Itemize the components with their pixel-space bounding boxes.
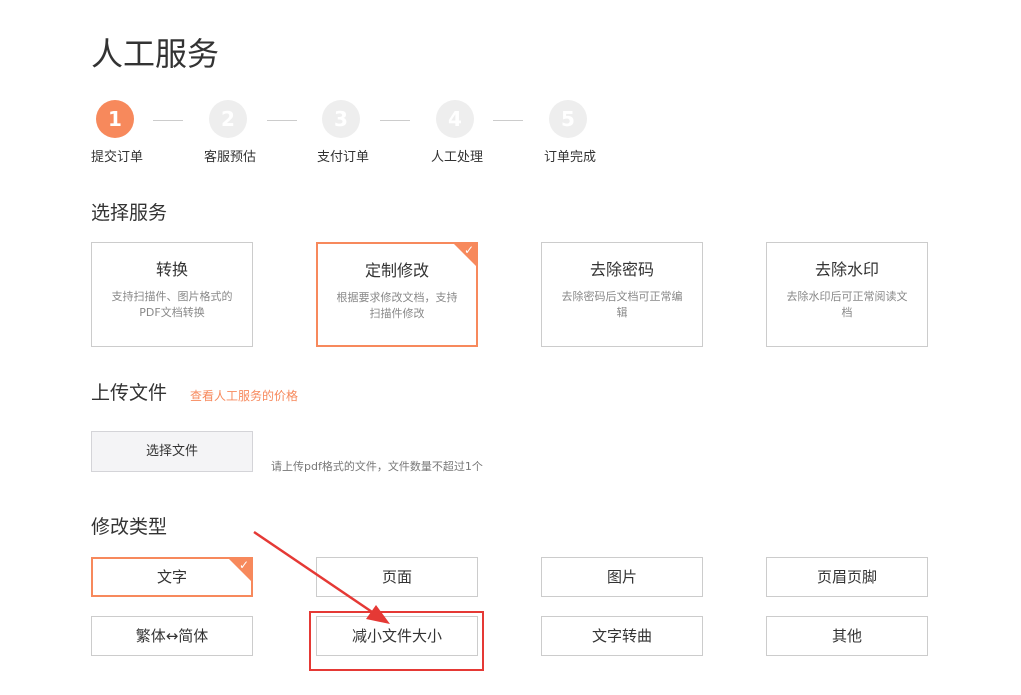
type-option-image[interactable]: 图片 [541,557,703,597]
step-5: 5 订单完成 [544,100,604,165]
step-label: 订单完成 [544,150,597,165]
page-title: 人工服务 [91,35,220,73]
type-option-label: 页眉页脚 [816,568,877,586]
step-number: 1 [96,100,134,138]
price-link[interactable]: 查看人工服务的价格 [190,387,298,404]
check-icon: ✓ [463,243,474,257]
card-title: 定制修改 [364,261,429,280]
card-title: 转换 [155,260,188,279]
step-connector [153,120,183,121]
step-2: 2 客服预估 [204,100,264,165]
type-option-traditional-simplified[interactable]: 繁体↔简体 [91,616,253,656]
step-label: 提交订单 [91,150,144,165]
step-3: 3 支付订单 [317,100,377,165]
card-desc: 根据要求修改文档，支持扫描件修改 [336,291,458,320]
card-title: 去除水印 [814,260,879,279]
step-number: 3 [322,100,360,138]
type-option-label: 文字转曲 [591,627,652,645]
step-connector [267,120,297,121]
progress-steps: 1 提交订单 2 客服预估 3 支付订单 4 人工处理 5 订单完成 [91,100,651,170]
type-option-header-footer[interactable]: 页眉页脚 [766,557,928,597]
step-connector [493,120,523,121]
type-option-label: 繁体↔简体 [135,627,209,645]
type-option-outline-text[interactable]: 文字转曲 [541,616,703,656]
step-4: 4 人工处理 [431,100,491,165]
type-option-label: 其他 [831,627,862,645]
modify-type-title: 修改类型 [91,516,168,538]
step-number: 4 [436,100,474,138]
annotation-highlight-box [309,611,484,671]
upload-hint: 请上传pdf格式的文件，文件数量不超过1个 [271,460,483,473]
step-label: 人工处理 [431,150,484,165]
card-desc: 去除水印后可正常阅读文档 [786,290,908,319]
service-card-remove-password[interactable]: 去除密码 去除密码后文档可正常编辑 [541,242,703,347]
step-label: 客服预估 [204,150,257,165]
service-card-remove-watermark[interactable]: 去除水印 去除水印后可正常阅读文档 [766,242,928,347]
service-card-convert[interactable]: 转换 支持扫描件、图片格式的PDF文档转换 [91,242,253,347]
step-number: 5 [549,100,587,138]
type-option-label: 图片 [606,568,637,586]
type-option-label: 文字 [156,568,187,586]
step-label: 支付订单 [317,150,370,165]
select-service-title: 选择服务 [91,202,168,224]
card-title: 去除密码 [589,260,654,279]
type-option-label: 页面 [381,568,412,586]
type-option-text[interactable]: ✓ 文字 [91,557,253,597]
type-option-page[interactable]: 页面 [316,557,478,597]
step-connector [380,120,410,121]
card-desc: 去除密码后文档可正常编辑 [561,290,683,319]
upload-title: 上传文件 [91,382,168,404]
choose-file-button[interactable]: 选择文件 [91,431,253,472]
type-option-other[interactable]: 其他 [766,616,928,656]
check-icon: ✓ [238,558,249,572]
step-number: 2 [209,100,247,138]
service-card-custom-edit[interactable]: ✓ 定制修改 根据要求修改文档，支持扫描件修改 [316,242,478,347]
step-1: 1 提交订单 [91,100,151,165]
card-desc: 支持扫描件、图片格式的PDF文档转换 [111,290,233,319]
